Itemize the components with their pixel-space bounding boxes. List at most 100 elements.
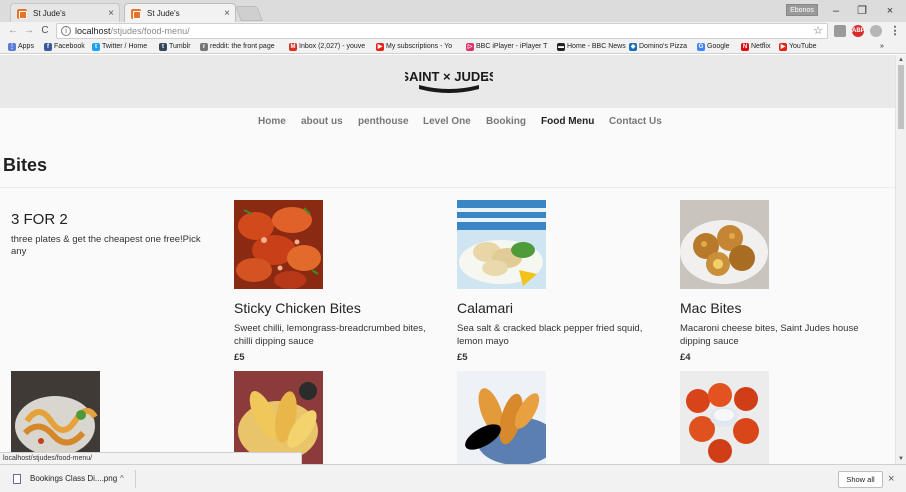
calamari-photo [457,200,546,289]
bookmark-label: Domino's Pizza [639,43,688,50]
scroll-thumb[interactable] [898,65,904,129]
bookmark-label: reddit: the front page [210,43,275,50]
bookmark-label: Inbox (2,027) - youve [299,43,366,50]
bookmark-star-icon[interactable]: ☆ [813,24,823,38]
file-icon [13,474,21,484]
document-icon[interactable] [834,25,846,37]
nav-contact-us[interactable]: Contact Us [609,116,662,127]
bookmark-tumblr[interactable]: t Tumblr [159,40,191,54]
bbc-icon: ▬ [557,43,565,51]
bookmark-label: Apps [18,43,34,50]
forward-button[interactable]: → [22,23,36,39]
restore-button[interactable]: ❐ [852,3,872,19]
page-viewport: SAINT × JUDES Home about us penthouse Le… [0,55,895,464]
mac-bites-photo [680,200,769,289]
new-tab-button[interactable] [235,6,263,21]
netflix-icon: N [741,43,749,51]
address-bar[interactable]: i localhost/stjudes/food-menu/ ☆ [56,23,828,39]
browser-tab[interactable]: St Jude's × [10,3,120,22]
iplayer-icon: ▷ [466,43,474,51]
shield-icon[interactable] [870,25,882,37]
crispy-noodles-photo [11,371,100,464]
site-favicon-icon [17,9,27,19]
google-icon: G [697,43,705,51]
url-path: /stjudes/food-menu/ [110,26,190,36]
bookmark-youtube[interactable]: ▶ My subscriptions - Yo [376,40,452,54]
nav-food-menu[interactable]: Food Menu [541,116,594,127]
tab-strip: St Jude's × St Jude's × Ebonos – ❐ × [0,0,906,22]
download-item[interactable]: Bookings Class Di....png ^ [8,470,136,488]
tab-close-icon[interactable]: × [108,4,114,23]
apps-icon: ⋮ [8,43,16,51]
bookmark-google[interactable]: G Google [697,40,730,54]
user-profile-badge[interactable]: Ebonos [786,4,818,16]
bookmark-apps[interactable]: ⋮ Apps [8,40,34,54]
info-icon[interactable]: i [61,26,71,36]
bookmark-twitter[interactable]: t Twitter / Home [92,40,147,54]
item-description: Macaroni cheese bites, Saint Judes house… [680,323,859,347]
page-scrollbar[interactable]: ▲ ▼ [895,55,906,464]
logo-text: SAINT × JUDES [405,69,493,84]
dominos-icon: ◆ [629,43,637,51]
nav-about-us[interactable]: about us [301,116,343,127]
show-all-button[interactable]: Show all [838,471,883,488]
saint-judes-logo[interactable]: SAINT × JUDES [405,63,493,97]
buffalo-bites-photo [680,371,769,464]
twitter-icon: t [92,43,100,51]
bookmark-label: Google [707,43,730,50]
bookmark-label: Netflix [751,43,771,50]
back-button[interactable]: ← [6,23,20,39]
nav-booking[interactable]: Booking [486,116,526,127]
bookmark-label: My subscriptions - Yo [386,43,453,50]
chevron-up-icon[interactable]: ^ [120,470,124,488]
bookmark-netflix[interactable]: N Netflix [741,40,770,54]
item-name: Sticky Chicken Bites [234,300,361,316]
bookmark-label: Twitter / Home [102,43,148,50]
bookmark-facebook[interactable]: f Facebook [44,40,85,54]
item-price: £5 [234,352,245,363]
nav-home[interactable]: Home [258,116,286,127]
bookmark-youtube[interactable]: ▶ YouTube [779,40,817,54]
close-window-button[interactable]: × [880,3,900,19]
chicken-goujons-photo [457,371,546,464]
gmail-icon: M [289,43,297,51]
bookmark-label: Facebook [54,43,85,50]
facebook-icon: f [44,43,52,51]
bookmark-dominos[interactable]: ◆ Domino's Pizza [629,40,687,54]
url-host: localhost [75,26,111,36]
tempura-prawns-photo [234,371,323,464]
more-bookmarks-button[interactable]: » [880,40,884,54]
item-description: Sea salt & cracked black pepper fried sq… [457,323,643,347]
reload-button[interactable]: C [38,23,52,39]
reddit-icon: r [200,43,208,51]
nav-level-one[interactable]: Level One [423,116,471,127]
bookmarks-bar: ⋮ Apps f Facebook t Twitter / Home t Tumblr r red… [0,40,906,54]
scroll-down-icon[interactable]: ▼ [896,455,906,463]
bookmark-reddit[interactable]: r reddit: the front page [200,40,275,54]
bookmark-gmail[interactable]: M Inbox (2,027) - youve [289,40,365,54]
download-bar: Bookings Class Di....png ^ Show all × [0,464,906,492]
bookmark-bbc[interactable]: ▬ Home - BBC News [557,40,626,54]
url-text: localhost/stjudes/food-menu/ [75,25,190,38]
tab-title: St Jude's [147,9,180,18]
section-title: Bites [3,155,48,175]
item-name: Calamari [457,300,514,316]
close-download-bar-icon[interactable]: × [888,471,894,487]
tab-title: St Jude's [33,9,66,18]
minimize-button[interactable]: – [826,3,846,19]
tumblr-icon: t [159,43,167,51]
bookmark-label: Tumblr [169,43,191,50]
scroll-up-icon[interactable]: ▲ [896,56,906,64]
youtube-icon: ▶ [376,43,384,51]
item-name: Mac Bites [680,300,742,316]
site-header: SAINT × JUDES [0,55,895,108]
promo-title: 3 FOR 2 [11,211,68,228]
bookmark-label: BBC iPlayer - iPlayer T [476,43,548,50]
browser-tab-active[interactable]: St Jude's × [124,3,236,22]
nav-penthouse[interactable]: penthouse [358,116,409,127]
tab-close-icon[interactable]: × [224,4,230,23]
item-price: £4 [680,352,691,363]
bookmark-iplayer[interactable]: ▷ BBC iPlayer - iPlayer T [466,40,547,54]
adblock-icon[interactable]: ABP [852,25,865,37]
menu-dots-icon[interactable]: ⋮ [889,25,901,37]
